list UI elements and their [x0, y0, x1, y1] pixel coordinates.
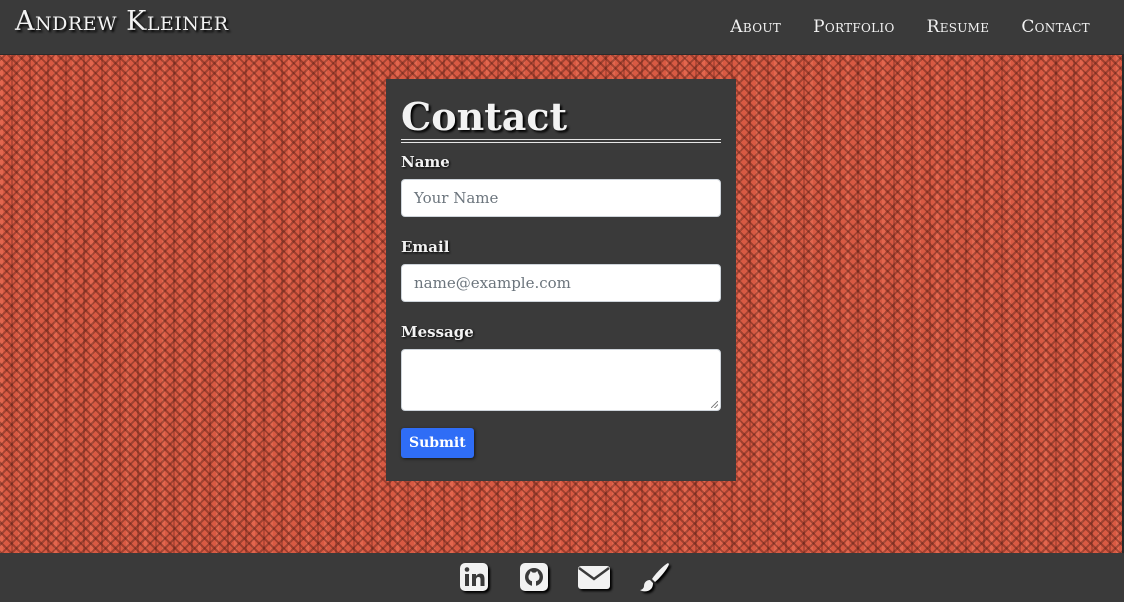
email-label: Email — [401, 238, 450, 256]
nav-links: About Portfolio Resume Contact — [730, 17, 1090, 37]
email-icon[interactable] — [575, 559, 613, 595]
page-title: Contact — [401, 94, 568, 139]
navbar: Andrew Kleiner About Portfolio Resume Co… — [0, 0, 1124, 55]
footer — [0, 553, 1124, 602]
title-divider — [401, 139, 721, 143]
name-label: Name — [401, 153, 450, 171]
submit-button[interactable]: Submit — [401, 428, 474, 458]
nav-link-resume[interactable]: Resume — [927, 17, 990, 37]
nav-link-about[interactable]: About — [730, 17, 781, 37]
github-icon[interactable] — [515, 559, 553, 595]
paintbrush-icon[interactable] — [635, 559, 673, 595]
name-input[interactable]: Your Name — [401, 179, 721, 217]
nav-link-portfolio[interactable]: Portfolio — [813, 17, 895, 37]
email-input[interactable]: name@example.com — [401, 264, 721, 302]
message-textarea[interactable] — [401, 349, 721, 411]
resize-handle[interactable] — [711, 401, 718, 408]
message-label: Message — [401, 323, 474, 341]
brand-name[interactable]: Andrew Kleiner — [15, 6, 229, 37]
nav-link-contact[interactable]: Contact — [1021, 17, 1090, 37]
social-links — [455, 559, 673, 595]
linkedin-icon[interactable] — [455, 559, 493, 595]
contact-card: Contact Name Your Name Email name@exampl… — [386, 79, 736, 481]
